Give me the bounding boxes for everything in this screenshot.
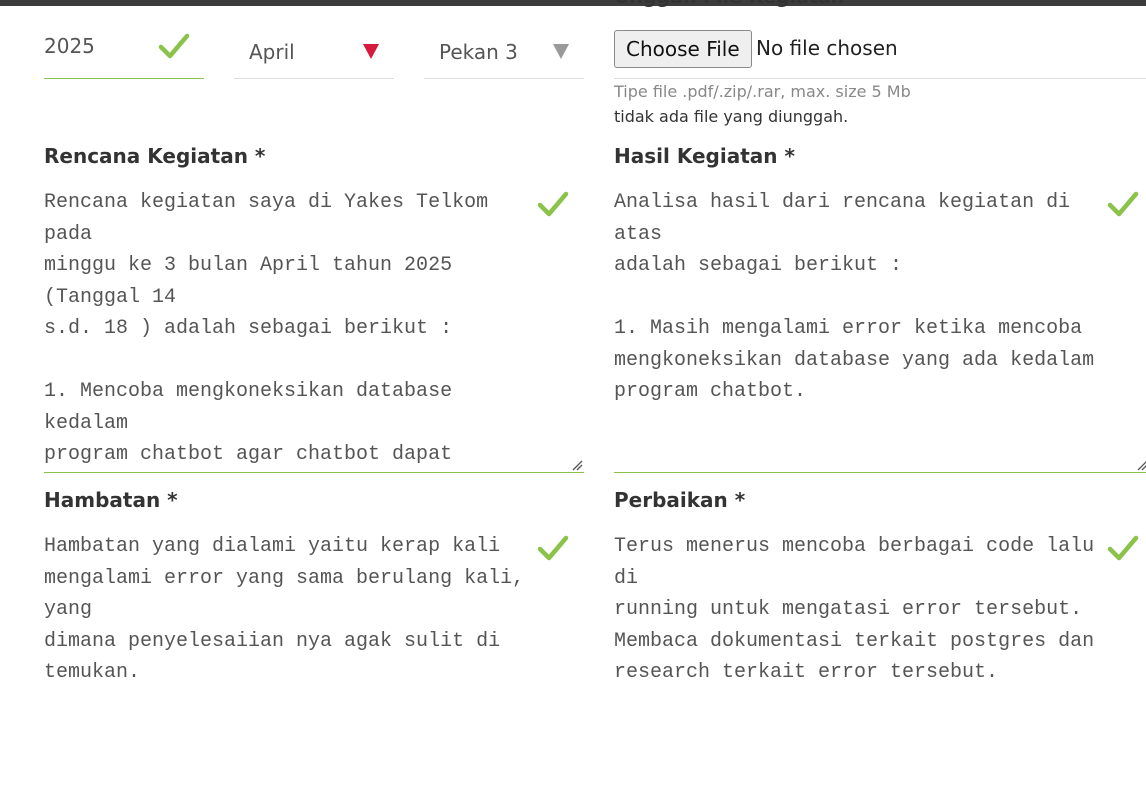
checkmark-icon xyxy=(537,191,569,217)
checkmark-icon xyxy=(1107,191,1139,217)
hasil-textarea[interactable]: Analisa hasil dari rencana kegiatan di a… xyxy=(614,187,1104,467)
upload-label: Unggah File Kegiatan xyxy=(614,0,844,8)
rencana-textarea[interactable]: Rencana kegiatan saya di Yakes Telkom pa… xyxy=(44,187,534,467)
resize-grip-icon[interactable] xyxy=(1136,459,1146,471)
rencana-underline xyxy=(44,472,584,473)
rencana-label: Rencana Kegiatan * xyxy=(44,144,266,168)
file-hint: Tipe file .pdf/.zip/.rar, max. size 5 Mb xyxy=(614,82,911,101)
year-select[interactable]: 2025 xyxy=(44,30,204,79)
triangle-down-icon xyxy=(553,44,569,59)
top-bar xyxy=(0,0,1146,6)
perbaikan-textarea[interactable]: Terus menerus mencoba berbagai code lalu… xyxy=(614,531,1104,761)
year-value: 2025 xyxy=(44,34,95,58)
month-select[interactable]: April xyxy=(234,30,394,79)
choose-file-button[interactable]: Choose File xyxy=(614,30,752,68)
month-value: April xyxy=(249,40,295,64)
file-status: No file chosen xyxy=(756,36,898,60)
perbaikan-label: Perbaikan * xyxy=(614,488,746,512)
uploaded-file-status: tidak ada file yang diunggah. xyxy=(614,107,849,126)
week-select[interactable]: Pekan 3 xyxy=(424,30,584,79)
triangle-down-icon xyxy=(363,44,379,59)
checkmark-icon xyxy=(537,535,569,561)
checkmark-icon xyxy=(158,33,190,59)
hasil-label: Hasil Kegiatan * xyxy=(614,144,795,168)
file-input[interactable]: Choose File No file chosen xyxy=(614,30,1146,79)
resize-grip-icon[interactable] xyxy=(571,459,583,471)
hasil-underline xyxy=(614,472,1146,473)
hambatan-label: Hambatan * xyxy=(44,488,178,512)
hambatan-textarea[interactable]: Hambatan yang dialami yaitu kerap kali m… xyxy=(44,531,534,761)
week-value: Pekan 3 xyxy=(439,40,518,64)
checkmark-icon xyxy=(1107,535,1139,561)
